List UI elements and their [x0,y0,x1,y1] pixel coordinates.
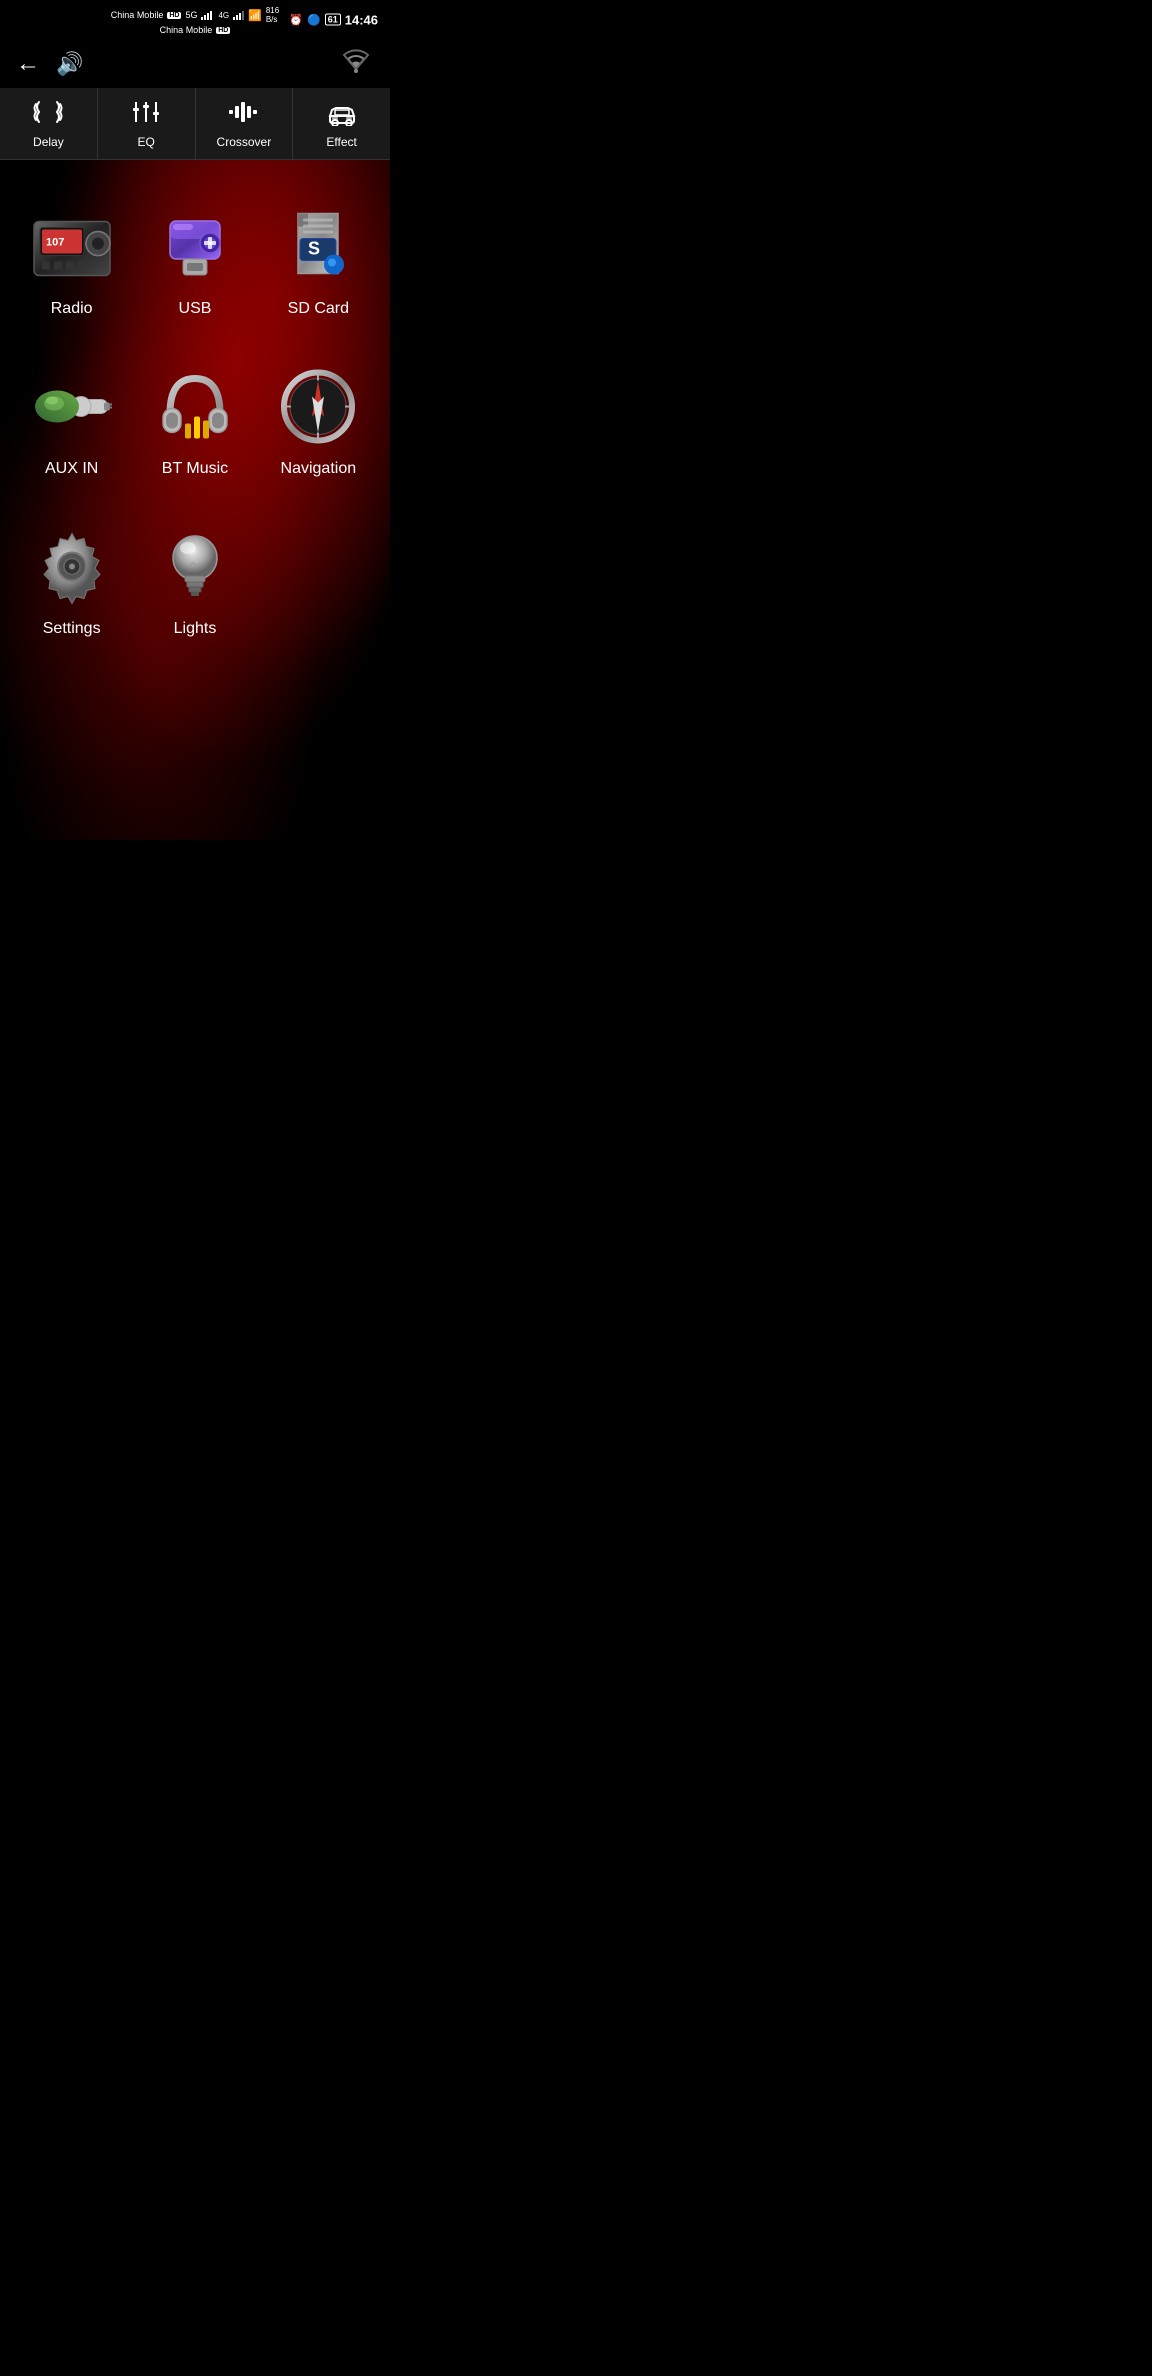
app-auxin[interactable]: AUX IN [10,340,133,500]
tab-eq[interactable]: EQ [98,88,196,159]
tab-effect-label: Effect [326,135,356,149]
app-grid: 107 Radio [0,160,390,680]
signal1-bars [201,10,212,20]
btmusic-label: BT Music [162,460,228,478]
eq-icon [128,98,164,131]
svg-text:107: 107 [46,237,64,249]
wifi-top-icon [338,47,374,75]
tab-delay[interactable]: Delay [0,88,98,159]
back-button[interactable]: ← [16,50,40,78]
volume-button[interactable]: 🔊 [56,51,83,77]
tab-eq-label: EQ [137,135,154,149]
tab-bar: Delay EQ [0,88,390,160]
auxin-label: AUX IN [45,460,98,478]
wifi-status-icon [338,47,374,80]
sdcard-icon: S [278,206,358,286]
wifi-icon: 📶 [248,9,262,22]
status-bar: China Mobile HD 5G 4G 📶 816B/s China Mob… [0,0,390,39]
network2-label: 4G [218,11,229,20]
app-settings[interactable]: Settings [10,500,133,660]
network1-label: 5G [185,10,197,20]
btmusic-icon [155,366,235,446]
usb-label: USB [179,300,212,318]
app-btmusic[interactable]: BT Music [133,340,256,500]
app-sdcard[interactable]: S SD Card [257,180,380,340]
hd1-badge: HD [167,12,181,19]
app-radio[interactable]: 107 Radio [10,180,133,340]
battery-level: 61 [325,14,341,26]
top-nav-left: ← 🔊 [16,50,83,78]
app-lights[interactable]: Lights [133,500,256,660]
settings-label: Settings [43,620,101,638]
speed-label: 816B/s [266,6,279,24]
radio-icon: 107 [32,206,112,286]
delay-icon [30,98,66,131]
effect-icon [324,98,360,131]
tab-delay-label: Delay [33,135,64,149]
usb-icon [155,206,235,286]
sdcard-label: SD Card [288,300,349,318]
svg-text:S: S [308,239,320,259]
app-usb[interactable]: USB [133,180,256,340]
settings-icon [32,526,112,606]
hd2-badge: HD [216,27,230,34]
main-content: 107 Radio [0,160,390,840]
top-nav-bar: ← 🔊 [0,39,390,88]
tab-crossover-label: Crossover [217,135,272,149]
crossover-icon [226,98,262,131]
app-navigation[interactable]: Navigation [257,340,380,500]
carrier-info: China Mobile HD 5G 4G 📶 816B/s China Mob… [111,6,279,35]
navigation-icon [278,366,358,446]
lights-icon [155,526,235,606]
status-time: ⏰ 🔵 61 14:46 [289,12,378,27]
tab-effect[interactable]: Effect [293,88,390,159]
clock-time: 14:46 [345,12,378,27]
carrier1-label: China Mobile [111,10,164,20]
carrier2-label: China Mobile [160,25,213,35]
tab-crossover[interactable]: Crossover [196,88,294,159]
navigation-label: Navigation [281,460,357,478]
lights-label: Lights [174,620,217,638]
radio-label: Radio [51,300,93,318]
signal2-bars [233,10,244,20]
auxin-icon [32,366,112,446]
